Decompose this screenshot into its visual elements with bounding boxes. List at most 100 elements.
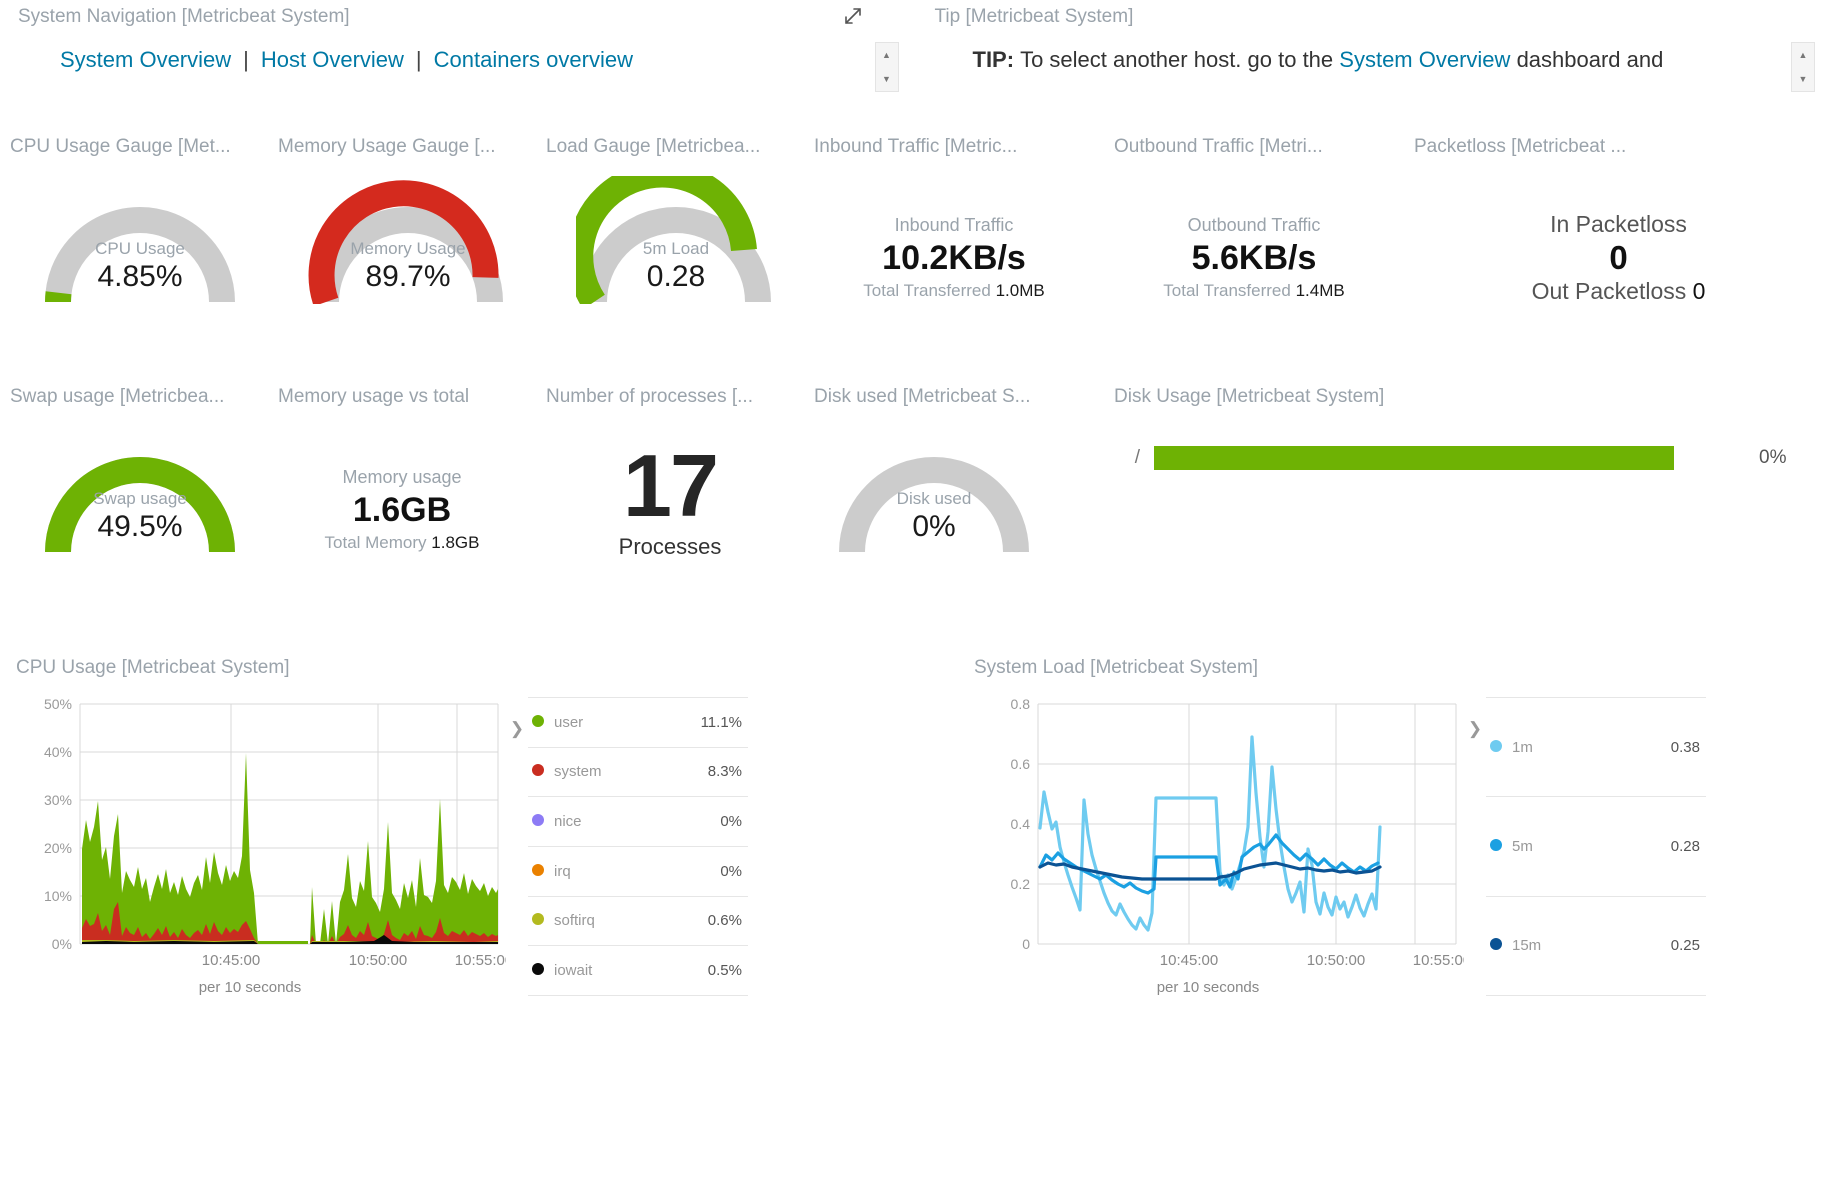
scroll-down-icon[interactable]: ▼ bbox=[876, 67, 898, 91]
svg-text:50%: 50% bbox=[44, 697, 72, 712]
legend-color-irq bbox=[528, 846, 548, 896]
load-chart-xlabel: per 10 seconds bbox=[1156, 979, 1260, 996]
panel-outbound-traffic: Outbound Traffic [Metri... Outbound Traf… bbox=[1104, 128, 1404, 378]
legend-label-user: user bbox=[554, 713, 584, 731]
legend-value-user: 11.1% bbox=[700, 713, 742, 731]
outbound-total-label: Total Transferred bbox=[1163, 280, 1291, 300]
svg-text:30%: 30% bbox=[44, 792, 72, 808]
panel-title-inbound-traffic: Inbound Traffic [Metric... bbox=[814, 136, 1018, 157]
legend-color-1m bbox=[1486, 698, 1506, 797]
legend-color-softirq bbox=[528, 896, 548, 946]
nav-link-containers-overview[interactable]: Containers overview bbox=[434, 47, 633, 73]
panel-packetloss: Packetloss [Metricbeat ... In Packetloss… bbox=[1404, 128, 1833, 378]
disk-gauge-label: Disk used bbox=[896, 489, 972, 508]
load-legend-toggle-icon[interactable]: ❯ bbox=[1464, 697, 1486, 996]
load-gauge-labels: 5m Load 0.28 bbox=[576, 238, 776, 295]
outbound-traffic-value: 5.6KB/s bbox=[1191, 239, 1317, 278]
panel-memory-usage-vs-total: Memory usage vs total Memory usage 1.6GB… bbox=[268, 378, 536, 633]
memory-gauge-labels: Memory Usage 89.7% bbox=[308, 238, 508, 295]
legend-value-system: 8.3% bbox=[707, 763, 742, 781]
legend-value-softirq: 0.6% bbox=[707, 912, 742, 930]
panel-title-system-load-chart: System Load [Metricbeat System] bbox=[974, 657, 1259, 678]
legend-label-iowait: iowait bbox=[554, 962, 593, 980]
panel-title-tip: Tip [Metricbeat System] bbox=[934, 6, 1134, 27]
legend-item[interactable]: system 8.3% bbox=[528, 747, 748, 797]
panel-system-load-chart: System Load [Metricbeat System] 0.8 0.6 … bbox=[916, 657, 1832, 996]
panel-title-swap-usage: Swap usage [Metricbea... bbox=[10, 386, 225, 407]
in-packetloss-label: In Packetloss bbox=[1550, 211, 1687, 237]
legend-value-5m: 0.28 bbox=[1670, 837, 1700, 855]
load-gauge-value: 0.28 bbox=[646, 260, 706, 294]
scroll-down-icon[interactable]: ▼ bbox=[1792, 67, 1814, 91]
cpu-chart-legend: user 11.1% system 8.3% nice 0% irq 0% so… bbox=[528, 697, 748, 996]
legend-item[interactable]: softirq 0.6% bbox=[528, 896, 748, 946]
cpu-chart-xlabel: per 10 seconds bbox=[198, 979, 302, 996]
legend-color-system bbox=[528, 747, 548, 797]
load-chart-legend: 1m 0.38 5m 0.28 15m 0.25 bbox=[1486, 697, 1706, 996]
swap-gauge-value: 49.5% bbox=[97, 510, 183, 544]
svg-text:10%: 10% bbox=[44, 888, 72, 904]
panel-title-cpu-gauge: CPU Usage Gauge [Met... bbox=[10, 136, 231, 157]
total-memory-label: Total Memory bbox=[324, 532, 427, 552]
memory-gauge-value: 89.7% bbox=[365, 260, 451, 294]
tip-scrollbar[interactable]: ▲ ▼ bbox=[1791, 42, 1815, 92]
legend-color-iowait bbox=[528, 946, 548, 996]
panel-cpu-usage-chart: CPU Usage [Metricbeat System] 50% 40% 30… bbox=[0, 657, 916, 996]
tip-link-system-overview[interactable]: System Overview bbox=[1339, 47, 1510, 73]
load-chart-svg[interactable]: 0.8 0.6 0.4 0.2 0 10:45:00 10:50:00 10:5… bbox=[972, 696, 1472, 972]
legend-color-15m bbox=[1486, 896, 1506, 995]
inbound-traffic-label: Inbound Traffic bbox=[894, 215, 1014, 235]
svg-text:10:50:00: 10:50:00 bbox=[1307, 952, 1365, 969]
legend-item[interactable]: user 11.1% bbox=[528, 697, 748, 748]
legend-item[interactable]: 5m 0.28 bbox=[1486, 797, 1706, 897]
svg-text:10:45:00: 10:45:00 bbox=[1160, 952, 1218, 969]
inbound-traffic-value: 10.2KB/s bbox=[882, 239, 1026, 278]
tip-text-before: To select another host. go to the bbox=[1020, 47, 1334, 72]
legend-value-iowait: 0.5% bbox=[707, 962, 742, 980]
panel-title-memory-vs-total: Memory usage vs total bbox=[278, 386, 470, 407]
cpu-chart-svg[interactable]: 50% 40% 30% 20% 10% 0% 10:45:00 10:50:00… bbox=[14, 696, 513, 972]
load-chart-area[interactable]: 0.8 0.6 0.4 0.2 0 10:45:00 10:50:00 10:5… bbox=[972, 696, 1472, 996]
navigation-scrollbar[interactable]: ▲ ▼ bbox=[874, 42, 899, 92]
legend-value-1m: 0.38 bbox=[1670, 738, 1700, 756]
legend-item[interactable]: 1m 0.38 bbox=[1486, 697, 1706, 797]
panel-system-navigation: System Navigation [Metricbeat System] ▲ … bbox=[0, 0, 917, 128]
cpu-chart-area[interactable]: 50% 40% 30% 20% 10% 0% 10:45:00 10:50:00… bbox=[14, 696, 513, 996]
memory-gauge-label: Memory Usage bbox=[350, 239, 466, 258]
cpu-legend-toggle-icon[interactable]: ❯ bbox=[506, 697, 528, 996]
outbound-traffic-label: Outbound Traffic bbox=[1187, 215, 1321, 235]
panel-title-memory-gauge: Memory Usage Gauge [... bbox=[278, 136, 496, 157]
nav-link-system-overview[interactable]: System Overview bbox=[60, 47, 231, 73]
panel-memory-usage-gauge: Memory Usage Gauge [... Memory Usage 89.… bbox=[268, 128, 536, 378]
memory-vs-total-foot: Total Memory 1.8GB bbox=[278, 532, 526, 555]
cpu-gauge: CPU Usage 4.85% bbox=[40, 176, 240, 304]
packetloss-metric: In Packetloss 0 Out Packetloss 0 bbox=[1414, 162, 1823, 307]
scroll-up-icon[interactable]: ▲ bbox=[1792, 43, 1814, 67]
legend-item[interactable]: nice 0% bbox=[528, 797, 748, 847]
outbound-traffic-total: Total Transferred 1.4MB bbox=[1114, 280, 1394, 303]
legend-item[interactable]: irq 0% bbox=[528, 846, 748, 897]
legend-label-nice: nice bbox=[554, 813, 582, 831]
processes-metric: 17 Processes bbox=[546, 412, 794, 560]
nav-link-host-overview[interactable]: Host Overview bbox=[261, 47, 404, 73]
in-packetloss-value: 0 bbox=[1609, 238, 1628, 276]
panel-tip: Tip [Metricbeat System] ▲ ▼ TIP: To sele… bbox=[917, 0, 1833, 128]
legend-label-softirq: softirq bbox=[554, 912, 595, 930]
legend-color-nice bbox=[528, 797, 548, 847]
legend-item[interactable]: 15m 0.25 bbox=[1486, 896, 1706, 996]
scroll-up-icon[interactable]: ▲ bbox=[876, 43, 898, 67]
processes-label: Processes bbox=[618, 534, 722, 560]
legend-label-15m: 15m bbox=[1512, 937, 1542, 955]
disk-usage-track bbox=[1154, 446, 1745, 470]
disk-gauge-value: 0% bbox=[912, 510, 956, 544]
svg-text:10:55:00: 10:55:00 bbox=[455, 952, 506, 969]
svg-text:10:50:00: 10:50:00 bbox=[349, 952, 407, 969]
panel-disk-used: Disk used [Metricbeat S... Disk used 0% bbox=[804, 378, 1104, 633]
legend-item[interactable]: iowait 0.5% bbox=[528, 946, 748, 996]
expand-icon[interactable] bbox=[843, 6, 863, 26]
svg-text:0.8: 0.8 bbox=[1011, 697, 1031, 712]
tip-text-after: dashboard and bbox=[1516, 47, 1664, 72]
memory-vs-total-metric: Memory usage 1.6GB Total Memory 1.8GB bbox=[278, 412, 526, 555]
panel-title-disk-usage: Disk Usage [Metricbeat System] bbox=[1114, 386, 1385, 407]
cpu-gauge-label: CPU Usage bbox=[95, 239, 185, 258]
